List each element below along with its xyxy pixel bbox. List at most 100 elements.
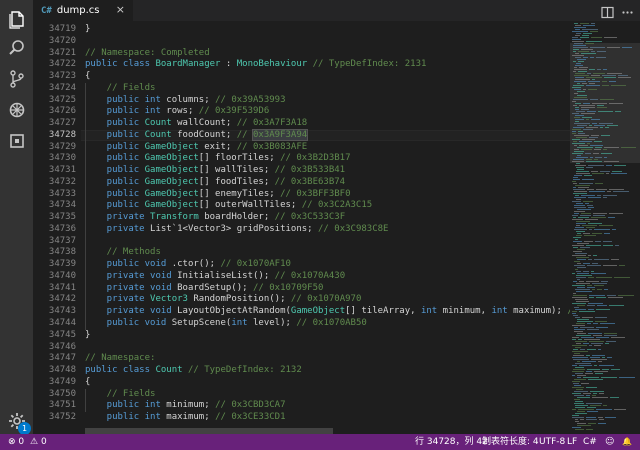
files-icon[interactable] [4, 6, 29, 31]
minimap-line [577, 321, 593, 322]
feedback-smiley-icon[interactable]: ☺ [605, 434, 614, 450]
minimap-line [575, 29, 580, 30]
line-number: 34741 [48, 282, 76, 293]
code-line[interactable]: // Fields [85, 389, 156, 400]
code-line[interactable]: public GameObject[] wallTiles; // 0x3B53… [85, 165, 345, 176]
cursor-position[interactable]: 行 34728，列 42 [415, 434, 488, 450]
code-token: level); [253, 318, 297, 328]
minimap-line [602, 81, 607, 82]
code-line[interactable]: private List`1<Vector3> gridPositions; /… [85, 224, 389, 235]
extensions-icon[interactable] [4, 128, 29, 153]
code-line[interactable]: public GameObject[] floorTiles; // 0x3B2… [85, 153, 351, 164]
gear-icon[interactable]: 1 [4, 408, 31, 435]
minimap-line [577, 375, 586, 376]
minimap-line [575, 429, 584, 430]
code-line[interactable]: { [85, 71, 90, 82]
code-line[interactable]: public int rows; // 0x39F539D6 [85, 106, 270, 117]
minimap-line [602, 357, 605, 358]
code-line[interactable]: // Namespace: Completed [85, 48, 210, 59]
problems-indicator[interactable]: ⊗ 0 ⚠ 0 [8, 434, 47, 450]
minimap-line [572, 387, 584, 388]
minimap-line [573, 295, 587, 296]
minimap-line [582, 139, 595, 140]
minimap-line [577, 361, 580, 362]
code-line[interactable]: // Namespace: [85, 353, 155, 364]
close-icon[interactable]: × [116, 3, 125, 17]
split-editor-icon[interactable] [601, 4, 614, 19]
code-line[interactable]: public Count foodCount; // 0x3A9F3A94 [85, 128, 309, 141]
minimap-line [575, 317, 580, 318]
code-line[interactable]: } [85, 24, 90, 35]
encoding[interactable]: UTF-8 [539, 434, 565, 450]
source-control-icon[interactable] [4, 66, 29, 91]
code-line[interactable]: public class BoardManager : MonoBehaviou… [85, 59, 426, 70]
minimap-line [595, 147, 602, 148]
language-mode[interactable]: C# [583, 434, 597, 450]
code-line[interactable]: public void .ctor(); // 0x1070AF10 [85, 259, 291, 270]
code-line[interactable]: private Transform boardHolder; // 0x3C53… [85, 212, 345, 223]
minimap-line [577, 279, 580, 280]
debug-icon[interactable] [4, 97, 29, 122]
code-token: Transform [150, 212, 199, 223]
minimap-line [574, 135, 589, 136]
minimap-line [589, 125, 592, 126]
minimap-line [581, 107, 595, 108]
line-number: 34724 [48, 82, 76, 93]
minimap-line [591, 119, 600, 120]
minimap[interactable] [570, 21, 640, 434]
minimap-line [583, 103, 590, 104]
minimap-line [603, 195, 617, 196]
code-line[interactable]: } [85, 330, 90, 341]
code-line[interactable]: public void SetupScene(int level); // 0x… [85, 318, 367, 329]
code-token: // 0x3B083AFE [236, 141, 308, 152]
code-line[interactable]: public Count wallCount; // 0x3A7F3A18 [85, 118, 308, 129]
minimap-line [572, 37, 578, 38]
minimap-line [611, 259, 619, 260]
minimap-line [577, 95, 587, 96]
code-token: public [85, 165, 145, 176]
minimap-line [585, 203, 589, 204]
code-line[interactable]: { [85, 377, 90, 388]
tab-size[interactable]: 制表符长度: 4 [482, 434, 539, 450]
code-line[interactable]: private void InitialiseList(); // 0x1070… [85, 271, 345, 282]
code-line[interactable]: public class Count // TypeDefIndex: 2132 [85, 365, 302, 376]
minimap-line [618, 77, 631, 78]
minimap-line [578, 133, 585, 134]
minimap-line [573, 71, 576, 72]
minimap-line [572, 131, 576, 132]
code-line[interactable]: public int columns; // 0x39A53993 [85, 95, 286, 106]
line-ending[interactable]: LF [567, 434, 577, 450]
code-line[interactable]: public int maximum; // 0x3CE33CD1 [85, 412, 286, 423]
minimap-line [575, 373, 583, 374]
minimap-line [578, 71, 587, 72]
code-line[interactable]: // Fields [85, 83, 156, 94]
code-line[interactable]: private void LayoutObjectAtRandom(GameOb… [85, 306, 570, 317]
search-icon[interactable] [4, 35, 29, 60]
minimap-line [597, 305, 607, 306]
line-number-gutter: 34719 34720 34721 34722 34723 34724 34725 34726… [33, 21, 81, 434]
code-line[interactable]: public GameObject[] foodTiles; // 0x3BE6… [85, 177, 345, 188]
line-number: 34742 [48, 294, 76, 305]
code-editor[interactable]: 34719 34720 34721 34722 34723 34724 34725 34726… [33, 21, 570, 434]
minimap-line [607, 125, 618, 126]
minimap-line [604, 333, 617, 334]
code-line[interactable]: public int minimum; // 0x3CBD3CA7 [85, 400, 286, 411]
code-line[interactable]: // Methods [85, 247, 161, 258]
code-area[interactable]: } // Namespace: Completed public class Boa… [85, 21, 570, 434]
warning-count: 0 [40, 437, 47, 447]
code-token: // 0x1070AB50 [296, 318, 367, 328]
minimap-line [572, 133, 576, 134]
notifications-bell-icon[interactable]: 🔔 [622, 434, 632, 450]
minimap-line [576, 111, 585, 112]
tab-dump-cs[interactable]: C# dump.cs × [33, 0, 133, 21]
more-actions-icon[interactable] [621, 4, 634, 17]
minimap-line [587, 329, 599, 330]
code-token: public int [85, 94, 167, 105]
code-line[interactable]: public GameObject[] enemyTiles; // 0x3BF… [85, 189, 351, 200]
code-line[interactable]: public GameObject exit; // 0x3B083AFE [85, 141, 308, 153]
code-line[interactable]: private Vector3 RandomPosition(); // 0x1… [85, 294, 362, 305]
tab-bar: C# dump.cs × [33, 0, 640, 21]
code-line[interactable]: private void BoardSetup(); // 0x10709F50 [85, 283, 324, 294]
code-line[interactable]: public GameObject[] outerWallTiles; // 0… [85, 200, 373, 211]
code-token: // Methods [85, 247, 161, 258]
